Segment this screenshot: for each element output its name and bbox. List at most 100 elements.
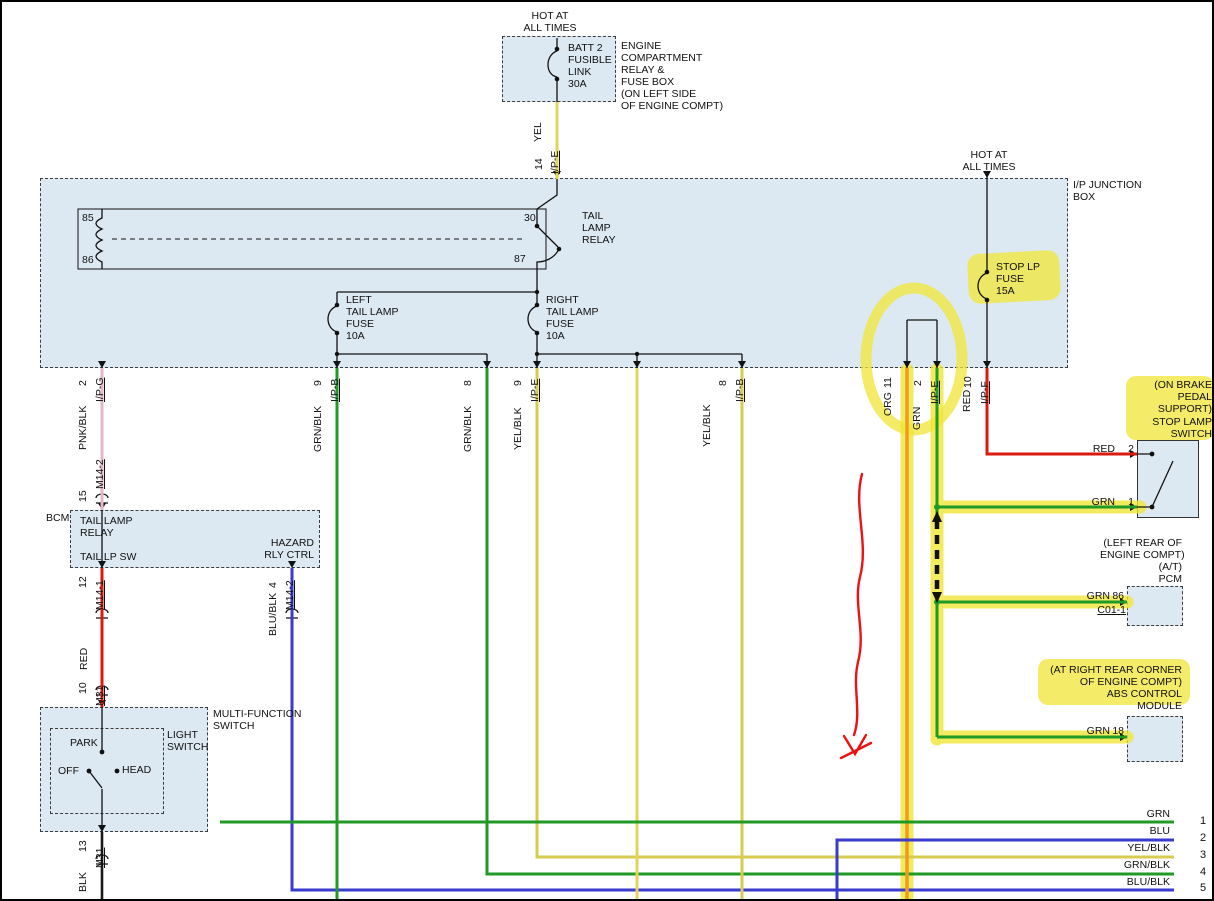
bcm-in-connector: M14-2	[94, 459, 106, 489]
exit8-pin: 10	[962, 376, 974, 388]
pin-14-label: 14	[533, 158, 545, 170]
mfs-in-connector: M31	[94, 686, 106, 706]
bottom-wire-1-label: GRN	[1102, 808, 1170, 820]
left-fuse-l2: TAIL LAMP	[346, 306, 399, 318]
wire-red-stop	[987, 368, 1137, 454]
exit1-wire-color: PNK/BLK	[77, 406, 89, 450]
pcm-connector: C01-1	[1088, 604, 1126, 616]
exit3-wire-color: GRN/BLK	[462, 406, 474, 452]
label-line: ENGINE COMPT)	[1100, 549, 1182, 561]
relay-pin-30: 30	[524, 212, 536, 224]
exit2-connector: I/P-B	[329, 379, 341, 402]
label-line: FUSE BOX	[621, 76, 723, 88]
engine-box-label: ENGINE COMPARTMENT RELAY & FUSE BOX (ON …	[621, 40, 723, 112]
hot-at-all-times-right: HOT AT ALL TIMES	[949, 149, 1029, 173]
exit7-connector: I/P-E	[929, 381, 941, 404]
label-line: ALL TIMES	[949, 161, 1029, 173]
bcm-in-pin: 15	[77, 490, 89, 502]
bottom-wire-3-label: YEL/BLK	[1102, 842, 1170, 854]
mfs-in-pin: 10	[77, 682, 89, 694]
bottom-wire-2-number: 2	[1200, 832, 1206, 844]
relay-name-2: LAMP	[582, 222, 611, 234]
ip-e-top-connector-label: I/P-E	[549, 151, 561, 174]
abs-pin: 18	[1106, 725, 1124, 737]
bottom-wire-1-number: 1	[1200, 815, 1206, 827]
fusible-label: FUSIBLE	[568, 54, 612, 66]
exit5-pin: 8	[717, 380, 729, 386]
yel-wire-label: YEL	[532, 122, 544, 142]
label-line: PCM	[1100, 573, 1182, 585]
bcm-out2-wire-color: BLU/BLK	[267, 593, 279, 636]
light-switch-label-1: LIGHT	[167, 729, 198, 741]
mfs-label-2: SWITCH	[213, 720, 254, 732]
exit2-pin: 9	[312, 380, 324, 386]
bcm-relay-line1: TAIL LAMP	[80, 515, 133, 527]
stop-fuse-l2: FUSE	[996, 273, 1024, 285]
label-line: RELAY &	[621, 64, 723, 76]
batt2-label: BATT 2	[568, 42, 603, 54]
relay-pin-85: 85	[82, 212, 94, 224]
dashed-link-arrow	[932, 511, 942, 603]
stop-switch-red-wire-label: RED	[1085, 443, 1115, 455]
label-line: HOT AT	[949, 149, 1029, 161]
bcm-out2-pin: 4	[267, 582, 279, 588]
wire-blu-blk	[292, 568, 1174, 890]
label-line: COMPARTMENT	[621, 52, 723, 64]
bottom-wire-2-label: BLU	[1102, 825, 1170, 837]
wiring-diagram-canvas: HOT AT ALL TIMES BATT 2 FUSIBLE LINK 30A…	[0, 0, 1214, 901]
pcm-pin: 86	[1106, 590, 1124, 602]
left-fuse-l4: 10A	[346, 330, 365, 342]
exit8-connector: I/P-F	[979, 381, 991, 404]
mfs-out-connector: M31	[94, 848, 106, 868]
exit5-connector: I/P-B	[734, 379, 746, 402]
relay-pin-87: 87	[514, 253, 526, 265]
exit7-wire-color: GRN	[911, 407, 923, 430]
relay-name-1: TAIL	[582, 210, 603, 222]
label-line: MODULE	[1030, 700, 1182, 712]
right-fuse-l3: FUSE	[546, 318, 574, 330]
bottom-wire-4-label: GRN/BLK	[1102, 859, 1170, 871]
label-line: OF ENGINE COMPT)	[1030, 676, 1182, 688]
exit5-wire-color: YEL/BLK	[701, 404, 713, 447]
bcm-hazard-line2: RLY CTRL	[252, 549, 314, 561]
label-line: (A/T)	[1100, 561, 1182, 573]
exit4-wire-color: YEL/BLK	[512, 407, 524, 450]
exit8-wire-color: RED	[961, 390, 973, 412]
bcm-hazard-line1: HAZARD	[252, 537, 314, 549]
link-label: LINK	[568, 66, 591, 78]
right-fuse-l2: TAIL LAMP	[546, 306, 599, 318]
exit4-connector: I/P-E	[529, 379, 541, 402]
stop-fuse-l1: STOP LP	[996, 261, 1040, 273]
head-label: HEAD	[122, 764, 151, 776]
label-line: HOT AT	[510, 10, 590, 22]
pcm-box	[1127, 586, 1183, 626]
junction-box-label-1: I/P JUNCTION	[1073, 179, 1142, 191]
label-line: (AT RIGHT REAR CORNER	[1030, 664, 1182, 676]
bottom-wire-3-number: 3	[1200, 849, 1206, 861]
mfs-label-1: MULTI-FUNCTION	[213, 708, 301, 720]
right-fuse-l1: RIGHT	[546, 294, 579, 306]
label-line: (ON BRAKE	[1124, 379, 1212, 391]
mfs-out-wire-color: BLK	[77, 872, 89, 892]
exit4-pin: 9	[512, 380, 524, 386]
label-line: ENGINE	[621, 40, 723, 52]
label-line: STOP LAMP	[1124, 416, 1212, 428]
wire-grn-blk-mid	[487, 368, 1174, 874]
label-line: PEDAL	[1124, 391, 1212, 403]
label-line: SUPPORT)	[1124, 403, 1212, 415]
label-line: ALL TIMES	[510, 22, 590, 34]
abs-label-block: (AT RIGHT REAR CORNER OF ENGINE COMPT) A…	[1030, 664, 1182, 712]
stop-lamp-switch-box	[1137, 440, 1199, 518]
exit6-pin: 11	[882, 377, 894, 388]
fuse-30a-label: 30A	[568, 78, 587, 90]
bcm-title: BCM	[46, 512, 69, 524]
exit1-pin: 2	[77, 380, 89, 386]
stop-switch-grn-wire-label: GRN	[1085, 496, 1115, 508]
pcm-label-block: (LEFT REAR OF ENGINE COMPT) (A/T) PCM	[1100, 537, 1182, 585]
bcm-out1-pin: 12	[77, 576, 89, 588]
light-switch-label-2: SWITCH	[167, 741, 208, 753]
bcm-relay-line2: RELAY	[80, 527, 114, 539]
junction-box-label-2: BOX	[1073, 191, 1095, 203]
bcm-tail-lp-sw: TAIL LP SW	[80, 551, 136, 563]
red-annotation-arrow	[841, 474, 871, 758]
